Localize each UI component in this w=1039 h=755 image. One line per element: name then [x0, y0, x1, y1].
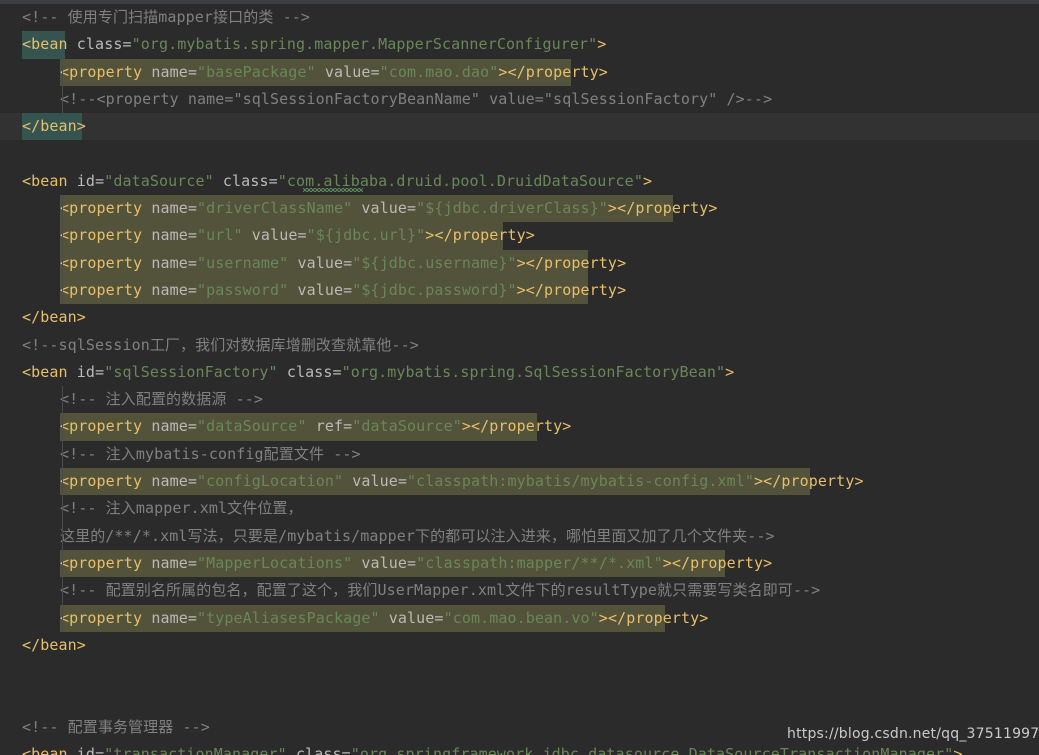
code-line[interactable]: <!-- 使用专门扫描mapper接口的类 -->: [0, 4, 1039, 31]
code-line-text: <!-- 注入mybatis-config配置文件 -->: [60, 444, 361, 463]
code-line-text: </bean>: [22, 635, 86, 654]
code-line-text: <!-- 注入mapper.xml文件位置，: [60, 499, 303, 518]
code-line[interactable]: 这里的/**/*.xml写法，只要是/mybatis/mapper下的都可以注入…: [0, 523, 1039, 550]
code-line-text: <property name="driverClassName" value="…: [60, 195, 717, 223]
code-line[interactable]: <!-- 配置别名所属的包名，配置了这个，我们UserMapper.xml文件下…: [0, 577, 1039, 604]
code-line-text: <property name="username" value="${jdbc.…: [60, 249, 626, 277]
code-line-text: <!--<property name="sqlSessionFactoryBea…: [60, 89, 773, 108]
code-line[interactable]: <property name="driverClassName" value="…: [0, 195, 1039, 223]
spellcheck-squiggle: [303, 187, 363, 192]
code-line[interactable]: <property name="username" value="${jdbc.…: [0, 249, 1039, 277]
code-line[interactable]: <!--sqlSession工厂，我们对数据库增删改查就靠他-->: [0, 332, 1039, 359]
code-line[interactable]: <property name="dataSource" ref="dataSou…: [0, 413, 1039, 441]
code-line[interactable]: </bean>: [0, 304, 1039, 331]
code-line-text: <bean class="org.mybatis.spring.mapper.M…: [22, 35, 607, 54]
code-line[interactable]: <bean id="transactionManager" class="org…: [0, 741, 1039, 755]
code-line-text: <property name="basePackage" value="com.…: [60, 58, 608, 86]
indent-guide: [62, 58, 63, 114]
code-line[interactable]: <property name="MapperLocations" value="…: [0, 549, 1039, 578]
code-line-text: <property name="configLocation" value="c…: [60, 468, 863, 496]
code-line-blank[interactable]: [0, 140, 1039, 167]
code-line-text: <property name="typeAliasesPackage" valu…: [60, 604, 708, 632]
code-line-text: <bean id="transactionManager" class="org…: [22, 745, 963, 755]
code-line-text: <bean id="sqlSessionFactory" class="org.…: [22, 362, 735, 381]
code-line-blank[interactable]: [0, 659, 1039, 686]
code-line[interactable]: <property name="basePackage" value="com.…: [0, 58, 1039, 86]
code-line-text: <property name="url" value="${jdbc.url}"…: [60, 222, 535, 250]
indent-guide: [62, 195, 63, 305]
code-line[interactable]: <!-- 注入mybatis-config配置文件 -->: [0, 441, 1039, 468]
code-line-text: <!-- 配置别名所属的包名，配置了这个，我们UserMapper.xml文件下…: [60, 581, 821, 600]
csdn-watermark: https://blog.csdn.net/qq_37511997: [787, 726, 1039, 742]
code-line-text: <property name="dataSource" ref="dataSou…: [60, 413, 571, 441]
code-line-text: </bean>: [22, 308, 86, 327]
indent-guide: [62, 386, 63, 632]
code-line-text: </bean>: [22, 117, 86, 136]
code-editor[interactable]: <!-- 使用专门扫描mapper接口的类 --> <bean class="or…: [0, 0, 1039, 755]
code-line-text: <!--sqlSession工厂，我们对数据库增删改查就靠他-->: [22, 335, 419, 354]
code-line[interactable]: <bean id="sqlSessionFactory" class="org.…: [0, 359, 1039, 386]
code-line[interactable]: <property name="typeAliasesPackage" valu…: [0, 604, 1039, 632]
code-line-text: <property name="MapperLocations" value="…: [60, 549, 772, 578]
code-line[interactable]: <bean class="org.mybatis.spring.mapper.M…: [0, 31, 1039, 59]
code-line-text: <!-- 注入配置的数据源 -->: [60, 390, 263, 409]
code-line-blank[interactable]: [0, 686, 1039, 713]
code-line-text: <property name="password" value="${jdbc.…: [60, 276, 626, 305]
code-line-text: <!-- 使用专门扫描mapper接口的类 -->: [22, 8, 310, 26]
code-line[interactable]: <!--<property name="sqlSessionFactoryBea…: [0, 86, 1039, 113]
code-line[interactable]: </bean>: [0, 113, 1039, 141]
code-line-text: <!-- 配置事务管理器 -->: [22, 717, 210, 736]
code-line-text: 这里的/**/*.xml写法，只要是/mybatis/mapper下的都可以注入…: [60, 526, 775, 545]
code-line[interactable]: <bean id="dataSource" class="com.alibaba…: [0, 168, 1039, 195]
code-area[interactable]: <!-- 使用专门扫描mapper接口的类 --> <bean class="or…: [0, 4, 1039, 755]
code-line[interactable]: </bean>: [0, 632, 1039, 659]
code-line[interactable]: <property name="url" value="${jdbc.url}"…: [0, 222, 1039, 250]
code-line[interactable]: <property name="password" value="${jdbc.…: [0, 276, 1039, 305]
code-line[interactable]: <property name="configLocation" value="c…: [0, 468, 1039, 496]
code-line[interactable]: <!-- 注入mapper.xml文件位置，: [0, 495, 1039, 522]
code-line[interactable]: <!-- 注入配置的数据源 -->: [0, 386, 1039, 413]
